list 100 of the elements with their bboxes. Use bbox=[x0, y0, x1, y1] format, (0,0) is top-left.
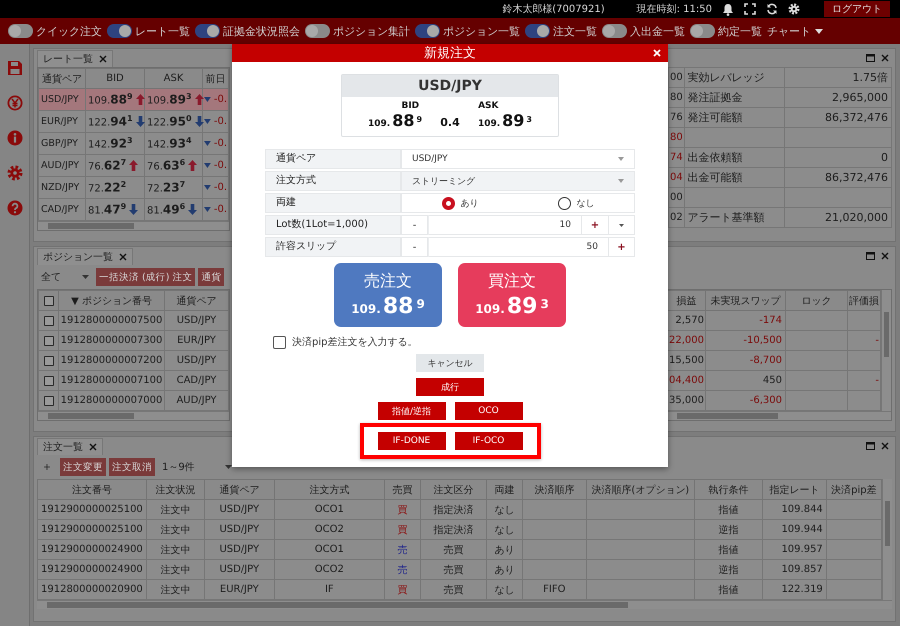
column-header[interactable]: BID bbox=[86, 68, 144, 88]
select-all-checkbox[interactable] bbox=[44, 296, 54, 306]
number-field[interactable]: 50 bbox=[428, 237, 608, 257]
close-icon[interactable] bbox=[89, 442, 97, 450]
order-type-button[interactable]: 指値/逆指 bbox=[378, 402, 446, 420]
close-button[interactable] bbox=[652, 48, 662, 58]
sell-order-button[interactable]: 売注文 109.88$^{9}$ bbox=[334, 263, 442, 327]
bell-icon[interactable] bbox=[722, 2, 734, 16]
column-header[interactable]: 売買 bbox=[384, 480, 420, 500]
toggle-switch[interactable] bbox=[690, 24, 715, 38]
logout-button[interactable]: ログアウト bbox=[824, 1, 890, 17]
scrollbar[interactable] bbox=[38, 221, 229, 230]
order-type-button[interactable]: IF-DONE bbox=[378, 432, 446, 450]
column-header[interactable]: 注文状況 bbox=[146, 480, 204, 500]
radio-button[interactable] bbox=[558, 196, 570, 210]
column-header[interactable]: 決済pip差 bbox=[826, 480, 882, 500]
maximize-icon[interactable] bbox=[866, 252, 875, 260]
cancel-button[interactable]: キャンセル bbox=[416, 354, 484, 372]
panel-tab[interactable]: ポジション一覧 bbox=[37, 248, 133, 264]
rate-row[interactable]: GBP/JPY 142.92$^{3}$ 142.93$^{4}$ -0. bbox=[38, 132, 228, 154]
toggle-label[interactable]: 約定一覧 bbox=[718, 24, 762, 38]
rate-row[interactable]: AUD/JPY 76.62$^{7}$ 76.63$^{6}$ -0. bbox=[38, 154, 228, 176]
row-checkbox[interactable] bbox=[44, 376, 54, 386]
close-icon[interactable] bbox=[881, 54, 889, 62]
decrement-button[interactable]: - bbox=[401, 237, 428, 257]
toggle-label[interactable]: 注文一覧 bbox=[553, 24, 597, 38]
column-header[interactable]: 損益 bbox=[668, 290, 706, 310]
close-icon[interactable] bbox=[881, 442, 889, 450]
toolbar-button[interactable]: 一括決済 (成行) 注文 bbox=[96, 268, 196, 286]
toggle-switch[interactable] bbox=[525, 24, 550, 38]
dropdown[interactable]: USD/JPY bbox=[402, 150, 634, 168]
chart-menu[interactable]: チャート bbox=[767, 24, 823, 38]
toolbar-button[interactable]: 通貨 bbox=[198, 268, 224, 286]
scrollbar[interactable] bbox=[667, 411, 891, 420]
row-checkbox[interactable] bbox=[44, 316, 54, 326]
radio-button[interactable] bbox=[442, 196, 454, 210]
toggle-label[interactable]: 入出金一覧 bbox=[630, 24, 685, 38]
decrement-button[interactable]: - bbox=[401, 215, 428, 235]
toggle-label[interactable]: ポジション一覧 bbox=[443, 24, 520, 38]
scrollbar[interactable] bbox=[882, 479, 892, 600]
column-header[interactable]: 注文番号 bbox=[38, 480, 146, 500]
close-icon[interactable] bbox=[119, 252, 127, 260]
column-header[interactable]: ASK bbox=[144, 68, 202, 88]
column-header[interactable]: 注文区分 bbox=[420, 480, 486, 500]
rate-row[interactable]: USD/JPY 109.88$^{9}$ 109.89$^{3}$ -0. bbox=[38, 88, 228, 110]
column-header[interactable]: 決済順序 bbox=[522, 480, 586, 500]
close-icon[interactable] bbox=[881, 252, 889, 260]
increment-button[interactable]: + bbox=[608, 237, 635, 257]
column-header[interactable]: 決済順序(オプション) bbox=[586, 480, 694, 500]
help-icon[interactable] bbox=[6, 200, 22, 216]
row-checkbox[interactable] bbox=[44, 396, 54, 406]
order-type-button[interactable]: IF-OCO bbox=[454, 432, 522, 450]
column-header[interactable]: 前日 bbox=[202, 68, 228, 88]
order-type-button[interactable]: 成行 bbox=[416, 378, 484, 396]
column-header[interactable]: 両建 bbox=[486, 480, 522, 500]
toolbar-button[interactable]: 注文変更 bbox=[60, 458, 106, 476]
maximize-icon[interactable] bbox=[866, 442, 875, 450]
panel-tab[interactable]: 注文一覧 bbox=[37, 438, 103, 454]
toggle-label[interactable]: レート一覧 bbox=[135, 24, 190, 38]
toggle-label[interactable]: クイック注文 bbox=[36, 24, 102, 38]
column-header[interactable]: 通貨ペア bbox=[204, 480, 274, 500]
order-type-button[interactable]: OCO bbox=[454, 402, 522, 420]
column-header[interactable]: 通貨ペア bbox=[164, 290, 228, 310]
rate-row[interactable]: EUR/JPY 122.94$^{1}$ 122.95$^{0}$ -0. bbox=[38, 110, 228, 132]
column-header[interactable]: 評価損 bbox=[848, 290, 880, 310]
toggle-switch[interactable] bbox=[8, 24, 33, 38]
radio-option[interactable]: なし bbox=[518, 196, 634, 210]
increment-button[interactable]: + bbox=[581, 215, 608, 235]
toggle-switch[interactable] bbox=[415, 24, 440, 38]
toggle-switch[interactable] bbox=[195, 24, 220, 38]
column-header[interactable]: ロック bbox=[786, 290, 848, 310]
refresh-icon[interactable] bbox=[766, 3, 778, 15]
rate-row[interactable]: NZD/JPY 72.22$^{2}$ 72.23$^{7}$ -0. bbox=[38, 176, 228, 198]
toolbar-button[interactable]: 注文取消 bbox=[109, 458, 155, 476]
scrollbar[interactable] bbox=[881, 290, 891, 411]
info-icon[interactable] bbox=[6, 130, 22, 146]
number-field[interactable]: 10 bbox=[428, 215, 581, 235]
dropdown[interactable]: ストリーミング bbox=[402, 172, 634, 190]
toggle-label[interactable]: 証拠金状況照会 bbox=[223, 24, 300, 38]
column-header[interactable]: 執行条件 bbox=[694, 480, 762, 500]
yen-icon[interactable] bbox=[6, 95, 22, 111]
maximize-icon[interactable] bbox=[866, 54, 875, 62]
fullscreen-icon[interactable] bbox=[744, 3, 756, 15]
column-header[interactable]: 注文方式 bbox=[274, 480, 384, 500]
scrollbar[interactable] bbox=[37, 600, 892, 609]
save-icon[interactable] bbox=[6, 60, 22, 76]
toggle-switch[interactable] bbox=[107, 24, 132, 38]
column-header[interactable]: 未実現スワップ bbox=[706, 290, 786, 310]
row-checkbox[interactable] bbox=[44, 356, 54, 366]
column-header[interactable]: 指定レート bbox=[762, 480, 826, 500]
column-header[interactable]: ▼ ポジション番号 bbox=[58, 290, 164, 310]
close-icon[interactable] bbox=[99, 54, 107, 62]
buy-order-button[interactable]: 買注文 109.89$^{3}$ bbox=[458, 263, 566, 327]
toggle-switch[interactable] bbox=[602, 24, 627, 38]
checkbox[interactable] bbox=[273, 336, 286, 348]
radio-option[interactable]: あり bbox=[402, 196, 518, 210]
toggle-label[interactable]: ポジション集計 bbox=[333, 24, 410, 38]
column-header[interactable]: 通貨ペア bbox=[38, 68, 86, 88]
scrollbar[interactable] bbox=[38, 411, 229, 420]
row-checkbox[interactable] bbox=[44, 336, 54, 346]
